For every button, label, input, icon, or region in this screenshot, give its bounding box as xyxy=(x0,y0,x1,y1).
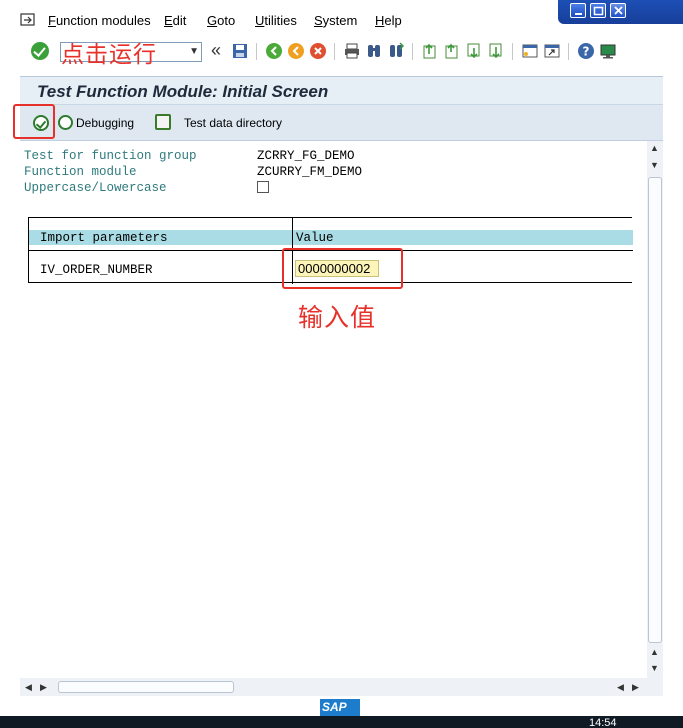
window-controls xyxy=(558,0,683,24)
menu-mnemonic: S xyxy=(314,13,323,28)
menu-label: ystem xyxy=(322,13,358,28)
function-module-label: Function module xyxy=(24,165,137,179)
sap-logo: SAP xyxy=(320,699,360,716)
vertical-scrollbar[interactable]: ▲ ▼ ▲ ▼ xyxy=(647,141,663,678)
menu-help[interactable]: Help xyxy=(375,13,402,28)
customize-layout-icon[interactable] xyxy=(599,42,617,60)
test-data-directory-button[interactable]: Test data directory xyxy=(184,116,282,130)
maximize-icon xyxy=(593,6,604,16)
menu-mnemonic: F xyxy=(48,13,56,28)
debugging-button[interactable]: Debugging xyxy=(76,116,134,130)
save-icon[interactable] xyxy=(231,42,249,60)
back-icon[interactable] xyxy=(265,42,283,60)
menu-mnemonic: G xyxy=(207,13,218,28)
annotation-input-note: 输入值 xyxy=(298,303,377,332)
annotation-run-note: 点击运行 xyxy=(61,42,157,68)
debugging-icon[interactable] xyxy=(58,115,73,130)
menu-bar: Function modules Edit Goto Utilities Sys… xyxy=(0,0,683,36)
enter-icon[interactable] xyxy=(31,42,49,60)
test-data-directory-icon[interactable] xyxy=(155,114,171,130)
function-module-value: ZCURRY_FM_DEMO xyxy=(257,165,363,179)
menu-label: oto xyxy=(217,13,236,28)
menu-mnemonic: U xyxy=(255,13,265,28)
param-name-cell: IV_ORDER_NUMBER xyxy=(40,263,153,277)
last-page-icon[interactable] xyxy=(487,42,505,60)
column-header-import-parameters: Import parameters xyxy=(40,231,168,245)
toolbar-separator xyxy=(568,43,569,60)
case-label: Uppercase/Lowercase xyxy=(24,181,167,195)
menu-utilities[interactable]: Utilities xyxy=(255,13,297,28)
page-title: Test Function Module: Initial Screen xyxy=(37,82,329,101)
main-content: Test for function group ZCRRY_FG_DEMO Fu… xyxy=(20,141,647,678)
annotation-execute-box xyxy=(13,104,55,139)
scroll-up-icon[interactable]: ▼ xyxy=(650,160,659,170)
status-bar: SAP xyxy=(0,698,683,716)
horizontal-scroll-thumb[interactable] xyxy=(58,681,234,693)
scroll-down-icon[interactable]: ▲ xyxy=(650,647,659,657)
annotation-input-box xyxy=(282,248,403,289)
minimize-icon xyxy=(575,13,582,15)
print-icon[interactable] xyxy=(343,42,361,60)
menu-goto[interactable]: Goto xyxy=(207,13,235,28)
scroll-first-icon[interactable]: ▲ xyxy=(650,143,659,153)
find-next-icon[interactable] xyxy=(387,42,405,60)
taskbar: 14:54 xyxy=(0,716,683,728)
first-page-icon[interactable] xyxy=(421,42,439,60)
menu-entry-icon[interactable] xyxy=(20,13,36,27)
chevron-down-icon[interactable]: ▼ xyxy=(189,46,199,57)
toolbar-separator xyxy=(256,43,257,60)
menu-label: unction modules xyxy=(55,13,151,28)
menu-label: dit xyxy=(172,13,187,28)
minimize-button[interactable] xyxy=(570,3,586,18)
find-icon[interactable] xyxy=(365,42,383,60)
collapse-command-icon[interactable]: « xyxy=(211,40,221,61)
function-group-label: Test for function group xyxy=(24,149,197,163)
cancel-icon[interactable] xyxy=(309,42,327,60)
help-icon[interactable]: ? xyxy=(577,42,595,60)
exit-icon[interactable] xyxy=(287,42,305,60)
next-page-icon[interactable] xyxy=(465,42,483,60)
toolbar-separator xyxy=(512,43,513,60)
scroll-right-end-icon[interactable]: ▶ xyxy=(632,682,639,693)
close-button[interactable] xyxy=(610,3,626,18)
shortcut-icon[interactable] xyxy=(543,42,561,60)
menu-function-modules[interactable]: Function modules xyxy=(48,13,151,28)
clock: 14:54 xyxy=(589,717,617,728)
maximize-button[interactable] xyxy=(590,3,606,18)
scroll-left-icon[interactable]: ◀ xyxy=(25,682,32,693)
close-icon xyxy=(614,6,623,15)
toolbar-separator xyxy=(334,43,335,60)
sap-logo-text: SAP xyxy=(322,700,347,714)
scroll-last-icon[interactable]: ▼ xyxy=(650,663,659,673)
svg-text:?: ? xyxy=(583,45,590,59)
menu-system[interactable]: System xyxy=(314,13,357,28)
toolbar-separator xyxy=(412,43,413,60)
column-header-value: Value xyxy=(296,231,334,245)
menu-label: elp xyxy=(384,13,402,28)
function-group-value: ZCRRY_FG_DEMO xyxy=(257,149,355,163)
scroll-right-icon[interactable]: ▶ xyxy=(40,682,47,693)
menu-edit[interactable]: Edit xyxy=(164,13,186,28)
previous-page-icon[interactable] xyxy=(443,42,461,60)
menu-mnemonic: H xyxy=(375,13,385,28)
scroll-left-end-icon[interactable]: ◀ xyxy=(617,682,624,693)
case-checkbox[interactable] xyxy=(257,181,269,193)
new-session-icon[interactable] xyxy=(521,42,539,60)
vertical-scroll-thumb[interactable] xyxy=(648,177,662,643)
menu-mnemonic: E xyxy=(164,13,173,28)
application-toolbar: Debugging Test data directory xyxy=(20,105,663,141)
horizontal-scrollbar[interactable]: ◀ ▶ ◀ ▶ xyxy=(20,678,663,696)
title-bar: Test Function Module: Initial Screen xyxy=(20,76,663,105)
menu-label: tilities xyxy=(264,13,297,28)
